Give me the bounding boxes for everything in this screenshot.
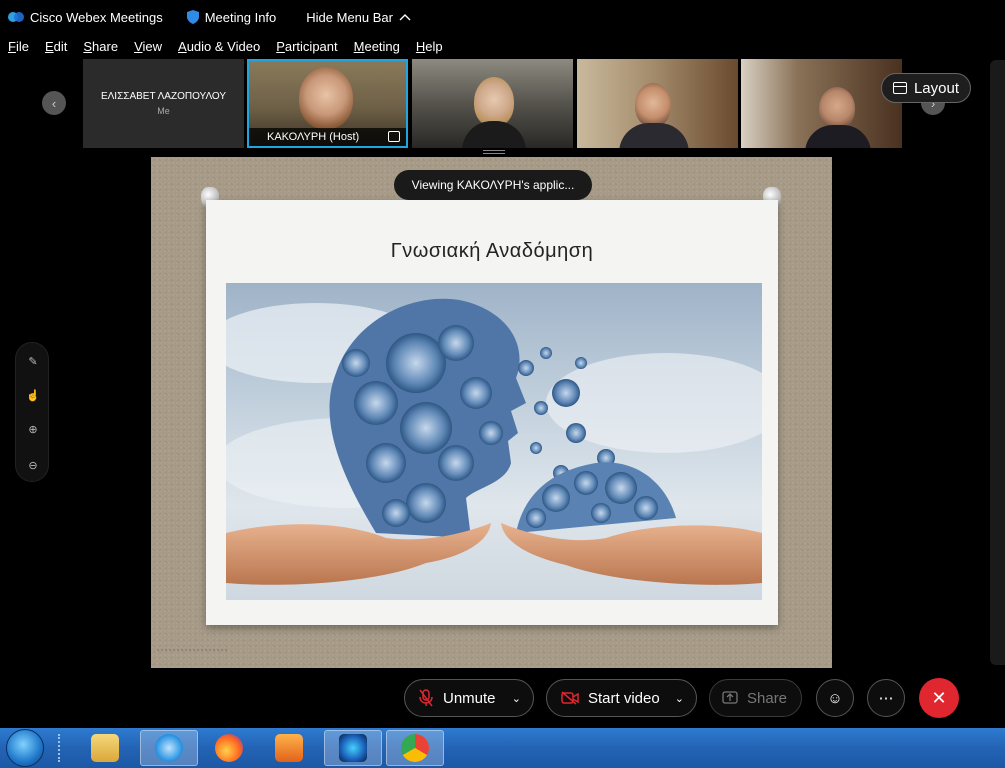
media-player-icon [275, 734, 303, 762]
app-title: Cisco Webex Meetings [30, 9, 163, 25]
viewing-text: Viewing ΚΑΚΟΛΥΡΗ's applic... [411, 178, 575, 192]
chrome-icon [401, 734, 429, 762]
menu-edit[interactable]: Edit [45, 39, 67, 54]
menu-meeting[interactable]: Meeting [354, 39, 400, 54]
self-name: ΕΛΙΣΣΑΒΕΤ ΛΑΖΟΠΟΥΛΟΥ [100, 91, 227, 102]
chevron-down-icon[interactable]: ⌄ [512, 692, 521, 705]
hide-menu-label: Hide Menu Bar [306, 9, 393, 25]
taskbar-ie[interactable] [140, 730, 198, 766]
start-button[interactable] [6, 729, 44, 767]
participant-body [619, 123, 689, 148]
participant-video-tile[interactable] [741, 59, 902, 148]
camera-off-icon [561, 691, 579, 705]
participant-strip: ‹ ΕΛΙΣΣΑΒΕΤ ΛΑΖΟΠΟΥΛΟΥ Me ΚΑΚΟΛΥΡΗ (Host… [0, 58, 1005, 150]
meeting-info-label: Meeting Info [204, 9, 277, 25]
taskbar-grip [58, 734, 64, 762]
mic-muted-icon [419, 689, 433, 707]
participant-body [805, 125, 871, 148]
menu-share[interactable]: Share [83, 39, 118, 54]
share-toolbar-faint [157, 649, 227, 659]
annotate-pen-icon[interactable]: ✎ [26, 355, 40, 369]
chevron-down-icon[interactable]: ⌄ [675, 692, 684, 705]
leave-meeting-button[interactable]: ✕ [919, 678, 959, 718]
unmute-label: Unmute [443, 689, 496, 707]
internet-explorer-icon [155, 734, 183, 762]
scroll-left-button[interactable]: ‹ [42, 91, 66, 115]
share-button[interactable]: Share [709, 679, 802, 717]
host-label: ΚΑΚΟΛΥΡΗ (Host) [267, 131, 360, 143]
chevron-up-icon [399, 14, 411, 21]
menu-participant[interactable]: Participant [276, 39, 337, 54]
side-panel-edge[interactable] [990, 60, 1005, 665]
participant-video-tile[interactable] [577, 59, 738, 148]
participant-video [299, 67, 353, 129]
title-bar: Cisco Webex Meetings Meeting Info Hide M… [0, 0, 1005, 34]
layout-button[interactable]: Layout [881, 73, 971, 103]
annotation-toolbar: ✎ ☝ ⊕ ⊖ [15, 342, 49, 482]
taskbar-media-player[interactable] [260, 730, 318, 766]
participant-video [474, 77, 514, 127]
share-screen-icon [722, 691, 738, 704]
sharing-icon [388, 131, 400, 142]
hide-menu-bar-button[interactable]: Hide Menu Bar [306, 10, 411, 25]
participant-body [462, 121, 526, 148]
self-tag: Me [157, 106, 170, 116]
menu-bar: File Edit Share View Audio & Video Parti… [0, 34, 1005, 58]
webex-logo-icon [8, 12, 24, 22]
layout-label: Layout [913, 79, 960, 97]
strip-resize-handle[interactable] [483, 150, 505, 154]
participant-video [819, 87, 855, 129]
shield-icon [186, 10, 199, 24]
taskbar-firefox[interactable] [200, 730, 258, 766]
folder-icon [91, 734, 119, 762]
menu-view[interactable]: View [134, 39, 162, 54]
zoom-out-icon[interactable]: ⊖ [26, 459, 40, 473]
request-control-icon[interactable]: ☝ [26, 389, 40, 403]
host-video-tile[interactable]: ΚΑΚΟΛΥΡΗ (Host) [247, 59, 408, 148]
taskbar-webex[interactable] [324, 730, 382, 766]
taskbar-chrome[interactable] [386, 730, 444, 766]
participant-video [635, 83, 671, 127]
taskbar [0, 728, 1005, 768]
menu-help[interactable]: Help [416, 39, 443, 54]
close-icon: ✕ [931, 687, 947, 708]
gears-head-illustration [226, 298, 762, 585]
share-label: Share [747, 689, 788, 707]
viewing-status-pill: Viewing ΚΑΚΟΛΥΡΗ's applic... [394, 170, 592, 200]
shared-screen: Γνωσιακή Αναδόμηση [151, 157, 832, 668]
reactions-button[interactable]: ☺ [816, 679, 854, 717]
layout-icon [892, 82, 907, 94]
host-label-bar: ΚΑΚΟΛΥΡΗ (Host) [249, 128, 406, 146]
taskbar-explorer[interactable] [76, 730, 134, 766]
meeting-info-button[interactable]: Meeting Info [186, 9, 277, 25]
slide-paper: Γνωσιακή Αναδόμηση [206, 200, 778, 625]
more-icon: ⋯ [878, 690, 894, 707]
webex-icon [339, 734, 367, 762]
participant-video-tile[interactable] [412, 59, 573, 148]
smiley-icon: ☺ [827, 689, 843, 707]
unmute-button[interactable]: Unmute ⌄ [404, 679, 534, 717]
chevron-left-icon: ‹ [51, 95, 57, 111]
slide-title: Γνωσιακή Αναδόμηση [390, 240, 594, 262]
start-video-label: Start video [588, 689, 660, 707]
meeting-controls: Unmute ⌄ Start video ⌄ Share ☺ ⋯ ✕ [0, 668, 1005, 728]
zoom-in-icon[interactable]: ⊕ [26, 423, 40, 437]
more-options-button[interactable]: ⋯ [867, 679, 905, 717]
firefox-icon [215, 734, 243, 762]
menu-audio-video[interactable]: Audio & Video [178, 39, 260, 54]
start-video-button[interactable]: Start video ⌄ [546, 679, 697, 717]
menu-file[interactable]: File [8, 39, 29, 54]
self-video-tile[interactable]: ΕΛΙΣΣΑΒΕΤ ΛΑΖΟΠΟΥΛΟΥ Me [83, 59, 244, 148]
slide-illustration [226, 283, 762, 600]
